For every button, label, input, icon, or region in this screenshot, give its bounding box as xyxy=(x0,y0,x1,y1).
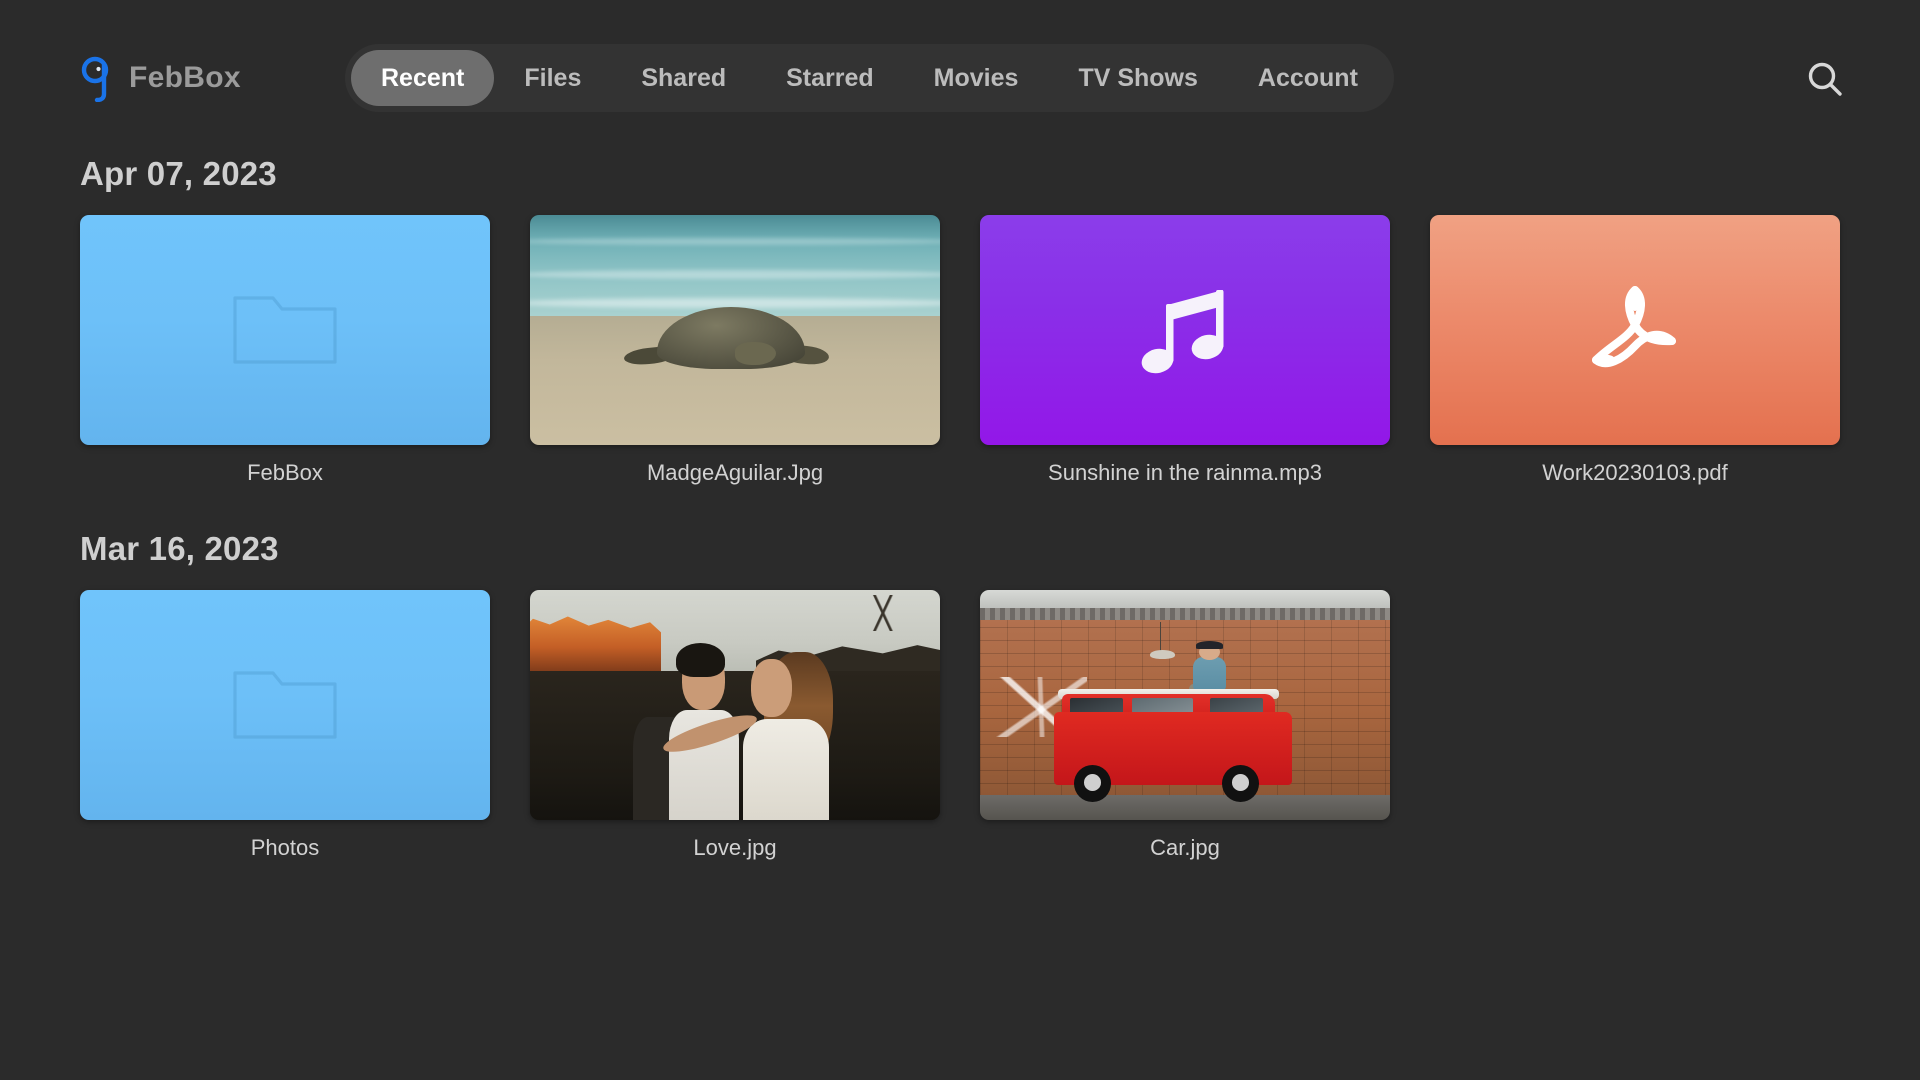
file-tile-madgeaguilar[interactable]: MadgeAguilar.Jpg xyxy=(530,215,940,486)
file-browser-content: Apr 07, 2023 FebBox xyxy=(0,155,1920,867)
folder-icon xyxy=(229,661,341,749)
nav-item-movies[interactable]: Movies xyxy=(904,50,1049,106)
photo-red-van xyxy=(980,590,1390,820)
nav-item-starred[interactable]: Starred xyxy=(756,50,904,106)
app-header: FebBox Recent Files Shared Starred Movie… xyxy=(0,0,1920,155)
date-heading: Mar 16, 2023 xyxy=(80,530,1920,568)
audio-thumbnail xyxy=(980,215,1390,445)
photo-turtle-beach xyxy=(530,215,940,445)
search-button[interactable] xyxy=(1802,56,1848,102)
folder-thumbnail xyxy=(80,590,490,820)
nav-item-files[interactable]: Files xyxy=(494,50,611,106)
main-nav: Recent Files Shared Starred Movies TV Sh… xyxy=(345,44,1394,112)
date-group: Apr 07, 2023 FebBox xyxy=(0,155,1920,486)
file-name: Photos xyxy=(80,835,490,861)
date-group: Mar 16, 2023 Photos xyxy=(0,530,1920,861)
image-thumbnail xyxy=(530,590,940,820)
file-name: Car.jpg xyxy=(980,835,1390,861)
file-tile-car[interactable]: Car.jpg xyxy=(980,590,1390,861)
nav-item-tv-shows[interactable]: TV Shows xyxy=(1048,50,1227,106)
file-name: FebBox xyxy=(80,460,490,486)
brand: FebBox xyxy=(78,48,241,108)
file-tile-febbox[interactable]: FebBox xyxy=(80,215,490,486)
nav-item-account[interactable]: Account xyxy=(1228,50,1388,106)
file-tile-sunshine-mp3[interactable]: Sunshine in the rainma.mp3 xyxy=(980,215,1390,486)
folder-icon xyxy=(229,286,341,374)
pdf-acrobat-icon xyxy=(1580,278,1690,382)
folder-thumbnail xyxy=(80,215,490,445)
file-name: MadgeAguilar.Jpg xyxy=(530,460,940,486)
nav-item-shared[interactable]: Shared xyxy=(611,50,756,106)
pdf-thumbnail xyxy=(1430,215,1840,445)
image-thumbnail xyxy=(530,215,940,445)
febbox-logo-icon xyxy=(78,54,118,102)
brand-name: FebBox xyxy=(129,63,241,93)
date-heading: Apr 07, 2023 xyxy=(80,155,1920,193)
file-tile-work-pdf[interactable]: Work20230103.pdf xyxy=(1430,215,1840,486)
file-name: Work20230103.pdf xyxy=(1430,460,1840,486)
tile-row: Photos xyxy=(80,590,1920,861)
photo-couple-canyon xyxy=(530,590,940,820)
image-thumbnail xyxy=(980,590,1390,820)
file-name: Love.jpg xyxy=(530,835,940,861)
file-tile-photos[interactable]: Photos xyxy=(80,590,490,861)
search-icon xyxy=(1804,58,1846,100)
file-tile-love[interactable]: Love.jpg xyxy=(530,590,940,861)
music-note-icon xyxy=(1137,278,1233,382)
file-name: Sunshine in the rainma.mp3 xyxy=(980,460,1390,486)
nav-item-recent[interactable]: Recent xyxy=(351,50,494,106)
tile-row: FebBox MadgeA xyxy=(80,215,1920,486)
